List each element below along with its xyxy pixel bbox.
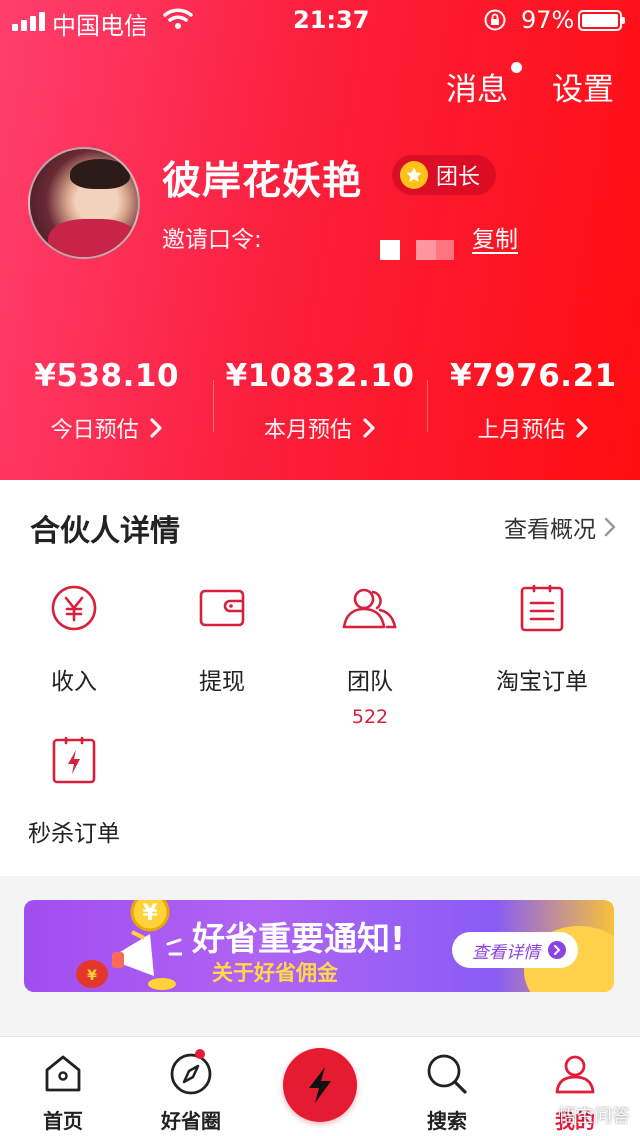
earnings-label: 上月预估 [477, 418, 566, 443]
chevron-right-icon [604, 517, 616, 537]
compass-icon [170, 1053, 212, 1095]
earnings-amount: ¥7976.21 [449, 358, 617, 394]
copy-invite-code-link[interactable]: 复制 [472, 220, 518, 254]
tab-haosheng-circle[interactable]: 好省圈 [141, 1049, 241, 1134]
view-details-button[interactable]: 查看详情 [452, 932, 578, 968]
signal-strength-icon [12, 11, 45, 31]
promo-banner[interactable]: ¥ ¥ 好省重要通知! 关于好省佣金 查看详情 [24, 900, 614, 992]
order-list-icon [520, 584, 564, 632]
unread-dot [511, 62, 522, 73]
earnings-this-month[interactable]: ¥10832.10 本月预估 [213, 358, 426, 444]
section-title: 合伙人详情 [30, 514, 180, 549]
invite-code-label: 邀请口令: [162, 227, 262, 253]
team-member-count: 522 [351, 706, 389, 728]
chevron-right-icon [363, 418, 375, 438]
megaphone-coin-icon: ¥ ¥ [76, 900, 182, 990]
earnings-label: 本月预估 [263, 418, 352, 443]
yen-circle-icon [51, 585, 97, 631]
watermark-logo-icon [530, 1104, 552, 1126]
partner-details-section: 合伙人详情 查看概况 收入 提现 团队 522 淘宝订单 秒杀订单 [0, 480, 640, 876]
messages-label: 消息 [446, 72, 508, 108]
banner-title: 好省重要通知! [192, 919, 406, 958]
chevron-right-icon [576, 418, 588, 438]
svg-text:¥: ¥ [142, 901, 158, 926]
earnings-today[interactable]: ¥538.10 今日预估 [0, 358, 213, 444]
notification-dot [195, 1049, 205, 1059]
header-actions: 消息 设置 [446, 62, 614, 109]
view-overview-label: 查看概况 [504, 517, 596, 543]
bottom-tab-bar: 首页 好省圈 搜索 我的 悟空问答 [0, 1036, 640, 1136]
rotation-lock-icon [484, 9, 506, 31]
earnings-amount: ¥538.10 [34, 358, 180, 394]
earnings-amount: ¥10832.10 [225, 358, 415, 394]
chevron-right-icon [150, 418, 162, 438]
user-icon [555, 1055, 595, 1094]
battery-icon [578, 10, 625, 31]
view-overview-link[interactable]: 查看概况 [504, 510, 616, 544]
grid-item-taobao-orders[interactable]: 淘宝订单 [462, 580, 622, 696]
grid-item-label: 淘宝订单 [496, 669, 588, 695]
tab-home[interactable]: 首页 [13, 1049, 113, 1134]
avatar[interactable] [28, 147, 140, 259]
grid-item-income[interactable]: 收入 [0, 580, 154, 696]
profile-header: 中国电信 21:37 97% 消息 设置 彼岸花妖艳 团长 邀请口令: 复制 ¥… [0, 0, 640, 480]
grid-item-label: 团队 [347, 669, 393, 695]
username: 彼岸花妖艳 [162, 159, 363, 204]
lightning-icon [309, 1067, 331, 1103]
star-icon [400, 161, 428, 189]
tab-label: 好省圈 [161, 1109, 221, 1133]
tab-search[interactable]: 搜索 [397, 1049, 497, 1134]
status-bar: 中国电信 21:37 97% [0, 0, 640, 40]
wifi-icon [163, 8, 193, 29]
grid-item-label: 提现 [199, 669, 245, 695]
status-time: 21:37 [293, 6, 370, 34]
grid-item-team[interactable]: 团队 522 [290, 580, 450, 728]
team-icon [342, 588, 397, 629]
role-badge: 团长 [392, 155, 497, 195]
messages-button[interactable]: 消息 [446, 62, 522, 109]
earnings-label: 今日预估 [50, 418, 139, 443]
grid-item-flash-sale-orders[interactable]: 秒杀订单 [0, 732, 154, 848]
role-badge-label: 团长 [436, 165, 481, 190]
grid-item-withdraw[interactable]: 提现 [142, 580, 302, 696]
view-details-label: 查看详情 [472, 942, 540, 963]
invite-code-redacted [380, 240, 454, 260]
center-action-button[interactable] [283, 1048, 357, 1122]
wallet-icon [199, 589, 245, 627]
grid-item-label: 收入 [51, 669, 97, 695]
home-icon [45, 1055, 81, 1092]
settings-button[interactable]: 设置 [552, 64, 614, 109]
earnings-summary: ¥538.10 今日预估 ¥10832.10 本月预估 ¥7976.21 上月预… [0, 358, 640, 444]
tab-label: 首页 [43, 1109, 83, 1133]
battery-percentage: 97% [521, 6, 575, 34]
svg-text:¥: ¥ [87, 968, 97, 984]
tab-label: 搜索 [427, 1109, 467, 1133]
banner-subtitle: 关于好省佣金 [212, 961, 338, 985]
arrow-right-icon [548, 941, 566, 959]
flash-order-icon [52, 736, 96, 784]
earnings-last-month[interactable]: ¥7976.21 上月预估 [426, 358, 640, 444]
grid-item-label: 秒杀订单 [28, 821, 120, 847]
search-icon [427, 1054, 467, 1094]
watermark-text: 悟空问答 [558, 1106, 630, 1127]
carrier-name: 中国电信 [52, 12, 148, 40]
promo-banner-area: ¥ ¥ 好省重要通知! 关于好省佣金 查看详情 [0, 876, 640, 1036]
watermark: 悟空问答 [530, 1102, 630, 1128]
